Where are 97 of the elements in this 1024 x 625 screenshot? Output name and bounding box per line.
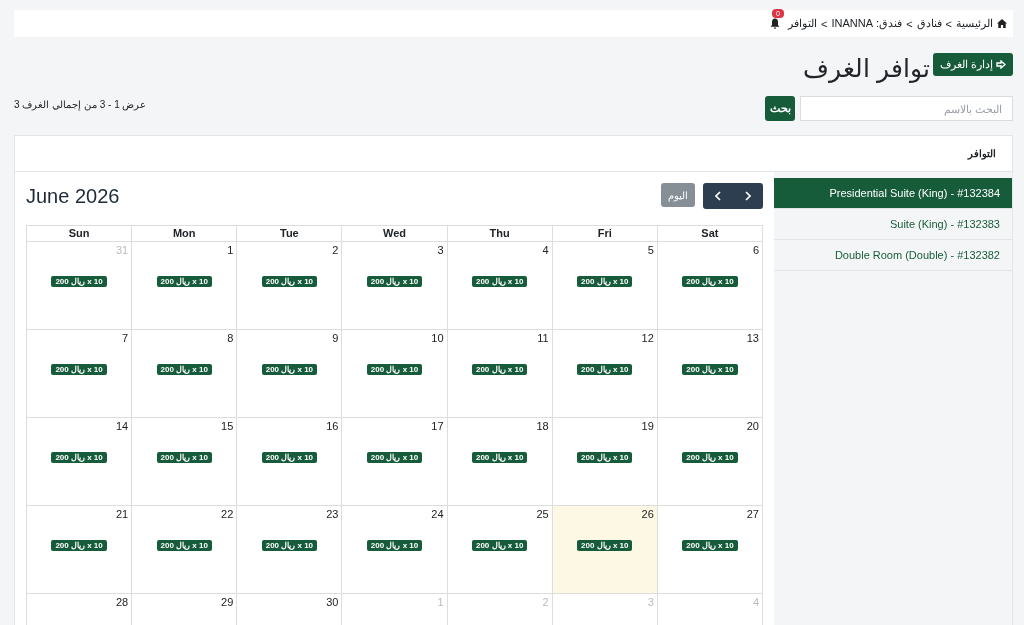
day-number: 4 xyxy=(752,595,760,608)
breadcrumb-link[interactable]: فندق: INANNA xyxy=(831,17,903,30)
day-number: 10 xyxy=(431,331,445,344)
day-number: 2 xyxy=(332,243,340,256)
rate-event[interactable]: 200 ريال x 10 xyxy=(366,276,423,287)
rate-event[interactable]: 200 ريال x 10 xyxy=(471,276,528,287)
day-number: 14 xyxy=(115,419,130,432)
day-number: 3 xyxy=(437,243,445,256)
day-number: 25 xyxy=(536,507,550,520)
home-icon xyxy=(997,19,1007,28)
day-number: 17 xyxy=(431,419,445,432)
day-number: 11 xyxy=(537,331,550,344)
chevron-left-icon xyxy=(715,191,721,201)
rate-event[interactable]: 200 ريال x 10 xyxy=(577,364,633,375)
day-number: 8 xyxy=(227,331,235,344)
day-number: 24 xyxy=(431,507,445,520)
breadcrumb-link[interactable]: فنادق xyxy=(916,17,942,30)
rate-event[interactable]: 200 ريال x 10 xyxy=(156,540,212,551)
weekday-header: Thu xyxy=(446,226,552,242)
breadcrumb-separator: < xyxy=(821,17,828,30)
rate-event[interactable]: 200 ريال x 10 xyxy=(471,540,528,551)
room-list-item[interactable]: Double Room (Double) - #132382 xyxy=(774,240,1012,271)
rate-event[interactable]: 200 ريال x 10 xyxy=(51,540,107,551)
day-cell[interactable]: 30 xyxy=(236,594,342,625)
next-month-button[interactable] xyxy=(733,183,763,209)
rate-event[interactable]: 200 ريال x 10 xyxy=(577,276,633,287)
rate-event[interactable]: 200 ريال x 10 xyxy=(577,540,633,551)
rate-event[interactable]: 200 ريال x 10 xyxy=(577,452,633,463)
room-list-item[interactable]: Presidential Suite (King) - #132384 xyxy=(774,178,1012,209)
results-summary: عرض 1 - 3 من إجمالي الغرف 3 xyxy=(14,99,147,110)
breadcrumb-separator: < xyxy=(945,17,952,30)
rate-event[interactable]: 200 ريال x 10 xyxy=(366,364,423,375)
rate-event[interactable]: 200 ريال x 10 xyxy=(261,276,318,287)
day-cell[interactable]: 28 xyxy=(26,594,132,625)
chevron-right-icon xyxy=(745,191,751,201)
rate-event[interactable]: 200 ريال x 10 xyxy=(156,452,212,463)
day-number: 23 xyxy=(326,507,340,520)
day-number: 29 xyxy=(221,595,235,608)
breadcrumb-link[interactable]: الرئيسية xyxy=(956,17,993,30)
day-number: 28 xyxy=(115,595,130,608)
weekday-header: Wed xyxy=(341,226,447,242)
rate-event[interactable]: 200 ريال x 10 xyxy=(682,276,738,287)
weekday-header: Sat xyxy=(656,226,762,242)
arrow-icon xyxy=(996,60,1006,69)
search-button[interactable]: بحث xyxy=(765,96,795,121)
day-number: 12 xyxy=(641,331,655,344)
search-field[interactable]: البحث بالاسم xyxy=(800,96,1013,121)
rate-event[interactable]: 200 ريال x 10 xyxy=(261,452,318,463)
day-number: 5 xyxy=(647,243,655,256)
rate-event[interactable]: 200 ريال x 10 xyxy=(471,452,528,463)
room-list-item[interactable]: Suite (King) - #132383 xyxy=(774,209,1012,240)
day-number: 9 xyxy=(332,331,340,344)
rate-event[interactable]: 200 ريال x 10 xyxy=(51,364,107,375)
rate-event[interactable]: 200 ريال x 10 xyxy=(471,364,528,375)
calendar-title: June 2026 xyxy=(26,184,120,208)
day-number: 6 xyxy=(752,243,760,256)
rate-event[interactable]: 200 ريال x 10 xyxy=(51,452,107,463)
day-number: 21 xyxy=(115,507,130,520)
day-number: 19 xyxy=(641,419,655,432)
day-number: 30 xyxy=(326,595,340,608)
card-title: التوافر xyxy=(968,148,996,159)
page-title: توافر الغرف xyxy=(803,53,930,83)
day-number: 13 xyxy=(746,331,760,344)
rate-event[interactable]: 200 ريال x 10 xyxy=(366,540,423,551)
rate-event[interactable]: 200 ريال x 10 xyxy=(366,452,423,463)
rate-event[interactable]: 200 ريال x 10 xyxy=(156,364,212,375)
previous-month-button[interactable] xyxy=(703,183,733,209)
breadcrumb-current: التوافر xyxy=(788,17,817,30)
rate-event[interactable]: 200 ريال x 10 xyxy=(261,364,318,375)
day-number: 2 xyxy=(542,595,550,608)
breadcrumb-separator: < xyxy=(906,17,913,30)
rate-event[interactable]: 200 ريال x 10 xyxy=(682,452,738,463)
manage-rooms-button[interactable]: إدارة الغرف xyxy=(932,53,1013,76)
day-number: 31 xyxy=(115,243,130,256)
day-cell[interactable]: 29 xyxy=(131,594,237,625)
rate-event[interactable]: 200 ريال x 10 xyxy=(682,540,738,551)
weekday-header: Sun xyxy=(26,226,132,242)
weekday-header: Fri xyxy=(551,226,657,242)
weekday-header: Tue xyxy=(236,226,342,242)
day-number: 22 xyxy=(221,507,235,520)
day-number: 4 xyxy=(542,243,550,256)
day-number: 27 xyxy=(746,507,760,520)
rate-event[interactable]: 200 ريال x 10 xyxy=(682,364,738,375)
day-number: 18 xyxy=(536,419,550,432)
day-number: 20 xyxy=(746,419,760,432)
day-number: 15 xyxy=(221,419,235,432)
day-number: 7 xyxy=(122,331,130,344)
day-number: 16 xyxy=(326,419,340,432)
day-number: 1 xyxy=(227,243,235,256)
day-number: 26 xyxy=(641,507,655,520)
day-number: 1 xyxy=(437,595,445,608)
rate-event[interactable]: 200 ريال x 10 xyxy=(156,276,212,287)
rate-event[interactable]: 200 ريال x 10 xyxy=(261,540,318,551)
weekday-header: Mon xyxy=(131,226,237,242)
day-number: 3 xyxy=(647,595,655,608)
rate-event[interactable]: 200 ريال x 10 xyxy=(51,276,107,287)
bell-icon[interactable] xyxy=(770,18,780,29)
